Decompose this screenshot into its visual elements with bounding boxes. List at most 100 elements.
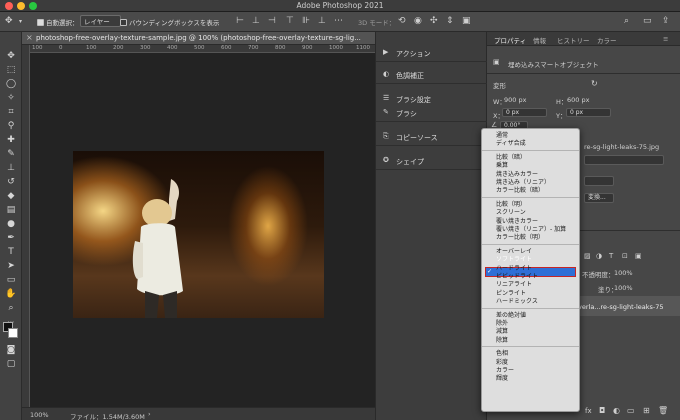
filter-type-icon[interactable]: T xyxy=(609,252,613,260)
panel-shapes[interactable]: ✪ シェイプ xyxy=(376,150,488,170)
blend-mode-option[interactable]: 除外 xyxy=(496,320,508,327)
3d-slide-icon[interactable]: ⇕ xyxy=(446,16,454,26)
filter-adjustment-icon[interactable]: ◑ xyxy=(596,252,602,260)
layer-comp-select[interactable] xyxy=(584,155,664,165)
more-options-icon[interactable]: ⋯ xyxy=(334,16,343,26)
edit-contents-button[interactable] xyxy=(584,176,614,186)
hand-tool-icon[interactable]: ✋ xyxy=(4,288,18,300)
gradient-tool-icon[interactable]: ▤ xyxy=(4,204,18,216)
fill-value[interactable]: 100% xyxy=(614,284,633,292)
align-center-icon[interactable]: ⊥ xyxy=(252,16,260,26)
blend-mode-option[interactable]: 覆い焼きカラー xyxy=(496,218,538,225)
tab-info[interactable]: 情報 xyxy=(533,35,546,45)
screen-mode-icon[interactable]: ▢ xyxy=(4,358,18,370)
auto-select-dropdown[interactable]: レイヤー xyxy=(80,15,121,27)
panel-brushes[interactable]: ✎ ブラシ xyxy=(376,102,488,122)
3d-pan-icon[interactable]: ✣ xyxy=(430,16,438,26)
filter-shape-icon[interactable]: ⊡ xyxy=(622,252,628,260)
pen-tool-icon[interactable]: ✒ xyxy=(4,232,18,244)
blend-mode-option[interactable]: 焼き込み（リニア） xyxy=(496,179,550,186)
blend-mode-option[interactable]: ディザ合成 xyxy=(496,140,526,147)
w-value[interactable]: 900 px xyxy=(504,96,526,104)
auto-select-checkbox[interactable]: 自動選択： xyxy=(37,17,79,27)
zoom-tool-icon[interactable]: ⌕ xyxy=(4,302,18,314)
zoom-level[interactable]: 100% xyxy=(30,411,49,419)
document-tab[interactable]: × photoshop-free-overlay-texture-sample.… xyxy=(22,32,375,45)
blend-mode-option[interactable]: 彩度 xyxy=(496,359,508,366)
chevron-down-icon[interactable]: ▾ xyxy=(19,18,22,25)
x-field[interactable]: 0 px xyxy=(502,108,547,117)
blend-mode-option[interactable]: ハードライト xyxy=(496,265,532,272)
blend-mode-option[interactable]: カラー xyxy=(496,367,514,374)
3d-scale-icon[interactable]: ▣ xyxy=(462,16,471,26)
h-value[interactable]: 600 px xyxy=(567,96,589,104)
type-tool-icon[interactable]: T xyxy=(4,246,18,258)
fx-icon[interactable]: fx xyxy=(585,407,592,415)
close-icon[interactable]: × xyxy=(26,33,33,42)
blend-mode-option[interactable]: 覆い焼き（リニア）- 加算 xyxy=(496,226,566,233)
filter-smart-object-icon[interactable]: ▣ xyxy=(635,252,642,260)
blend-mode-option[interactable]: 比較（暗） xyxy=(496,154,526,161)
blend-mode-option[interactable]: 除算 xyxy=(496,337,508,344)
folder-icon[interactable]: ▭ xyxy=(627,406,635,415)
layer-name[interactable]: verla...re-sg-light-leaks-75 xyxy=(578,303,664,311)
search-icon[interactable]: ⌕ xyxy=(624,16,629,26)
share-icon[interactable]: ⇪ xyxy=(662,16,670,26)
opacity-value[interactable]: 100% xyxy=(614,269,633,277)
panel-menu-icon[interactable]: ≡ xyxy=(663,35,668,43)
history-brush-tool-icon[interactable]: ↺ xyxy=(4,176,18,188)
tab-history[interactable]: ヒストリー xyxy=(557,35,590,45)
move-tool-icon[interactable]: ✥ xyxy=(4,50,18,62)
stamp-tool-icon[interactable]: ⊥ xyxy=(4,162,18,174)
blend-mode-option[interactable]: 通常 xyxy=(496,132,508,139)
blend-mode-option[interactable]: オーバーレイ xyxy=(496,248,532,255)
panel-actions[interactable]: ▶ アクション xyxy=(376,42,488,62)
blend-mode-option[interactable]: カラー比較（暗） xyxy=(496,187,544,194)
3d-rotate-icon[interactable]: ⟲ xyxy=(398,16,406,26)
blend-mode-option[interactable]: ピンライト xyxy=(496,290,526,297)
path-selection-tool-icon[interactable]: ➤ xyxy=(4,260,18,272)
panel-clone-source[interactable]: ⎘ コピーソース xyxy=(376,126,488,146)
filter-pixel-icon[interactable]: ▨ xyxy=(584,252,591,260)
tab-color[interactable]: カラー xyxy=(597,35,617,45)
blend-mode-option[interactable]: カラー比較（明） xyxy=(496,234,544,241)
reset-transform-icon[interactable]: ↻ xyxy=(591,79,598,88)
convert-button[interactable]: 変換... xyxy=(584,193,614,203)
move-tool-icon[interactable]: ✥ xyxy=(5,16,13,26)
3d-roll-icon[interactable]: ◉ xyxy=(414,16,422,26)
new-layer-icon[interactable]: ⊞ xyxy=(643,406,650,415)
quick-mask-icon[interactable]: ◙ xyxy=(4,344,18,356)
document-image[interactable] xyxy=(73,151,324,318)
blend-mode-option[interactable]: ハードミックス xyxy=(496,298,538,305)
magic-wand-tool-icon[interactable]: ✧ xyxy=(4,92,18,104)
blend-mode-option[interactable]: ソフトライト xyxy=(496,256,532,263)
background-color-swatch[interactable] xyxy=(8,328,18,338)
blend-mode-option[interactable]: 乗算 xyxy=(496,162,508,169)
add-mask-icon[interactable]: ◘ xyxy=(599,406,605,415)
align-top-icon[interactable]: ⊤ xyxy=(286,16,294,26)
eraser-tool-icon[interactable]: ◆ xyxy=(4,190,18,202)
healing-brush-tool-icon[interactable]: ✚ xyxy=(4,134,18,146)
brush-tool-icon[interactable]: ✎ xyxy=(4,148,18,160)
align-left-icon[interactable]: ⊢ xyxy=(236,16,244,26)
blend-mode-option[interactable]: スクリーン xyxy=(496,209,526,216)
marquee-tool-icon[interactable]: ⬚ xyxy=(4,64,18,76)
align-middle-icon[interactable]: ⊪ xyxy=(302,16,310,26)
blend-mode-option[interactable]: ビビッドライト xyxy=(496,273,538,280)
tab-properties[interactable]: プロパティ xyxy=(494,35,526,45)
rectangle-tool-icon[interactable]: ▭ xyxy=(4,274,18,286)
y-field[interactable]: 0 px xyxy=(566,108,611,117)
bounding-box-checkbox[interactable]: バウンディングボックスを表示 xyxy=(120,17,219,27)
align-bottom-icon[interactable]: ⊥ xyxy=(318,16,326,26)
adjustment-layer-icon[interactable]: ◐ xyxy=(613,406,620,415)
eyedropper-tool-icon[interactable]: ⚲ xyxy=(4,120,18,132)
blend-mode-option[interactable]: リニアライト xyxy=(496,281,532,288)
blend-mode-option[interactable]: 差の絶対値 xyxy=(496,312,526,319)
panel-adjustments[interactable]: ◐ 色調補正 xyxy=(376,64,488,84)
workspace-icon[interactable]: ▭ xyxy=(643,16,652,26)
blend-mode-option[interactable]: 色相 xyxy=(496,350,508,357)
crop-tool-icon[interactable]: ⌗ xyxy=(4,106,18,118)
align-right-icon[interactable]: ⊣ xyxy=(268,16,276,26)
blend-mode-option[interactable]: 焼き込みカラー xyxy=(496,171,538,178)
blend-mode-option[interactable]: 輝度 xyxy=(496,375,508,382)
